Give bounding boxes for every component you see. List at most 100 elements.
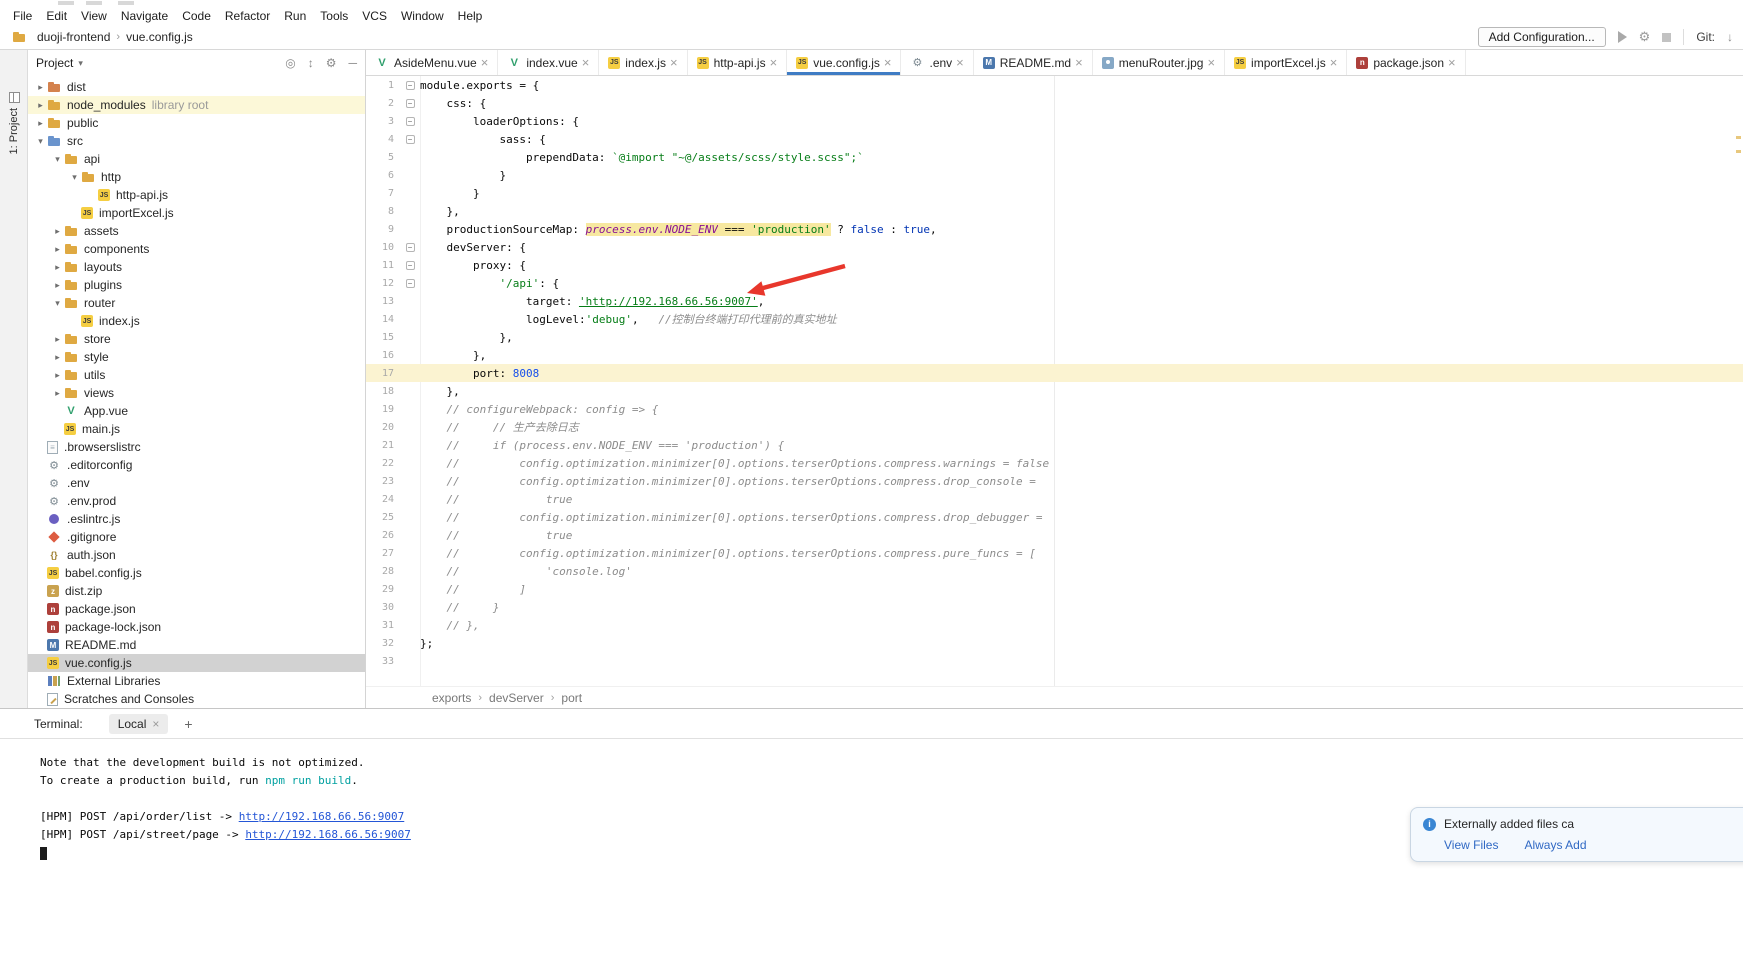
stripe-button-project[interactable]: 1: Project xyxy=(0,92,28,154)
close-tab-icon[interactable]: × xyxy=(884,55,892,70)
project-panel-title[interactable]: Project xyxy=(36,56,73,70)
code-text[interactable]: }, xyxy=(420,349,486,362)
line-number[interactable]: 16 xyxy=(366,350,400,361)
editor-tab-readme-md[interactable]: README.md× xyxy=(974,50,1093,75)
chevron-collapsed-icon[interactable]: ▸ xyxy=(51,388,64,399)
tree-item-auth-json[interactable]: auth.json xyxy=(28,546,365,564)
breadcrumb-file[interactable]: vue.config.js xyxy=(126,30,193,44)
code-text[interactable]: // // 生产去除日志 xyxy=(420,419,579,435)
tree-item-main-js[interactable]: main.js xyxy=(28,420,365,438)
line-number[interactable]: 20 xyxy=(366,422,400,433)
tree-item-utils[interactable]: ▸utils xyxy=(28,366,365,384)
line-number[interactable]: 24 xyxy=(366,494,400,505)
tree-item-importexcel-js[interactable]: importExcel.js xyxy=(28,204,365,222)
menu-item-vcs[interactable]: VCS xyxy=(355,7,394,25)
line-number[interactable]: 11 xyxy=(366,260,400,271)
tree-item-readme-md[interactable]: README.md xyxy=(28,636,365,654)
menu-item-file[interactable]: File xyxy=(6,7,39,25)
code-text[interactable]: }, xyxy=(420,205,460,218)
line-number[interactable]: 22 xyxy=(366,458,400,469)
code-text[interactable]: sass: { xyxy=(420,133,546,146)
breadcrumb-devserver[interactable]: devServer xyxy=(489,691,544,705)
tree-item-dist[interactable]: ▸dist xyxy=(28,78,365,96)
line-number[interactable]: 5 xyxy=(366,152,400,163)
code-text[interactable]: proxy: { xyxy=(420,259,526,272)
line-number[interactable]: 27 xyxy=(366,548,400,559)
menu-item-tools[interactable]: Tools xyxy=(313,7,355,25)
tree-item-layouts[interactable]: ▸layouts xyxy=(28,258,365,276)
chevron-collapsed-icon[interactable]: ▸ xyxy=(51,244,64,255)
editor-tab-http-api-js[interactable]: http-api.js× xyxy=(688,50,788,75)
code-text[interactable]: } xyxy=(420,187,480,200)
tree-item-app-vue[interactable]: App.vue xyxy=(28,402,365,420)
line-number[interactable]: 30 xyxy=(366,602,400,613)
code-text[interactable]: }, xyxy=(420,385,460,398)
locate-file-icon[interactable]: ◎ xyxy=(285,56,295,70)
line-number[interactable]: 21 xyxy=(366,440,400,451)
chevron-expanded-icon[interactable]: ▾ xyxy=(51,298,64,309)
editor-tab-menurouter-jpg[interactable]: menuRouter.jpg× xyxy=(1093,50,1225,75)
line-number[interactable]: 26 xyxy=(366,530,400,541)
code-text[interactable]: loaderOptions: { xyxy=(420,115,579,128)
code-text[interactable]: }; xyxy=(420,637,433,650)
code-text[interactable]: // true xyxy=(420,529,572,542)
code-text[interactable]: // }, xyxy=(420,619,480,632)
tree-item-vue-config-js[interactable]: vue.config.js xyxy=(28,654,365,672)
tree-item-env[interactable]: .env xyxy=(28,474,365,492)
breadcrumb-project[interactable]: duoji-frontend xyxy=(37,30,110,44)
fold-minus-icon[interactable]: − xyxy=(406,243,415,252)
code-text[interactable]: prependData: `@import "~@/assets/scss/st… xyxy=(420,151,864,164)
tree-item-browserslistrc[interactable]: .browserslistrc xyxy=(28,438,365,456)
chevron-collapsed-icon[interactable]: ▸ xyxy=(51,280,64,291)
editor[interactable]: 1−module.exports = {2− css: {3− loaderOp… xyxy=(366,76,1743,686)
chevron-expanded-icon[interactable]: ▾ xyxy=(68,172,81,183)
code-text[interactable]: '/api': { xyxy=(420,277,559,290)
code-text[interactable]: devServer: { xyxy=(420,241,526,254)
editor-tab-importexcel-js[interactable]: importExcel.js× xyxy=(1225,50,1347,75)
close-tab-icon[interactable]: × xyxy=(670,55,678,70)
add-configuration-button[interactable]: Add Configuration... xyxy=(1478,27,1606,47)
fold-minus-icon[interactable]: − xyxy=(406,99,415,108)
warning-tick[interactable] xyxy=(1736,136,1741,139)
menu-item-navigate[interactable]: Navigate xyxy=(114,7,175,25)
close-tab-icon[interactable]: × xyxy=(1448,55,1456,70)
editor-tab-package-json[interactable]: package.json× xyxy=(1347,50,1465,75)
line-number[interactable]: 19 xyxy=(366,404,400,415)
code-text[interactable]: // if (process.env.NODE_ENV === 'product… xyxy=(420,439,784,452)
line-number[interactable]: 32 xyxy=(366,638,400,649)
code-text[interactable]: productionSourceMap: process.env.NODE_EN… xyxy=(420,223,937,236)
close-tab-icon[interactable]: × xyxy=(1330,55,1338,70)
git-update-icon[interactable]: ↓ xyxy=(1727,30,1733,44)
line-number[interactable]: 4 xyxy=(366,134,400,145)
code-text[interactable]: port: 8008 xyxy=(420,367,539,380)
tree-item-dist-zip[interactable]: dist.zip xyxy=(28,582,365,600)
line-number[interactable]: 28 xyxy=(366,566,400,577)
settings-icon[interactable]: ⚙ xyxy=(1639,29,1651,45)
tree-item-src[interactable]: ▾src xyxy=(28,132,365,150)
line-number[interactable]: 9 xyxy=(366,224,400,235)
close-tab-icon[interactable]: × xyxy=(1075,55,1083,70)
code-text[interactable]: module.exports = { xyxy=(420,79,539,92)
close-tab-icon[interactable]: × xyxy=(582,55,590,70)
line-number[interactable]: 8 xyxy=(366,206,400,217)
fold-minus-icon[interactable]: − xyxy=(406,261,415,270)
code-text[interactable]: // config.optimization.minimizer[0].opti… xyxy=(420,457,1049,470)
terminal-cursor[interactable] xyxy=(40,847,47,860)
code-text[interactable]: // config.optimization.minimizer[0].opti… xyxy=(420,511,1043,524)
fold-minus-icon[interactable]: − xyxy=(406,279,415,288)
line-number[interactable]: 17 xyxy=(366,368,400,379)
code-text[interactable]: css: { xyxy=(420,97,486,110)
menu-item-edit[interactable]: Edit xyxy=(39,7,74,25)
line-number[interactable]: 13 xyxy=(366,296,400,307)
tree-item-api[interactable]: ▾api xyxy=(28,150,365,168)
line-number[interactable]: 7 xyxy=(366,188,400,199)
tree-item-assets[interactable]: ▸assets xyxy=(28,222,365,240)
line-number[interactable]: 10 xyxy=(366,242,400,253)
tree-item-package-json[interactable]: package.json xyxy=(28,600,365,618)
tree-item-index-js[interactable]: index.js xyxy=(28,312,365,330)
tree-item-store[interactable]: ▸store xyxy=(28,330,365,348)
line-number[interactable]: 15 xyxy=(366,332,400,343)
terminal-link[interactable]: http://192.168.66.56:9007 xyxy=(239,810,405,823)
code-text[interactable]: // 'console.log' xyxy=(420,565,632,578)
line-number[interactable]: 23 xyxy=(366,476,400,487)
